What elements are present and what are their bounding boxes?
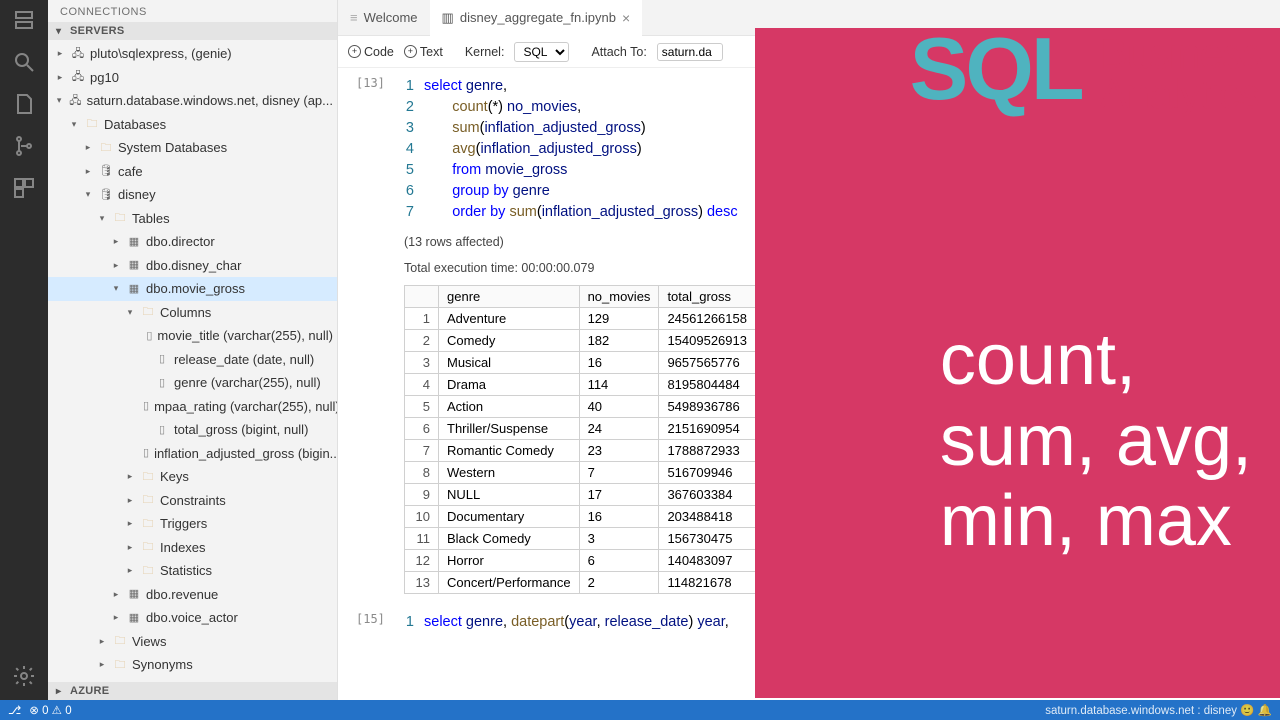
- tree-node[interactable]: ▾🛢disney: [48, 183, 337, 207]
- col-header[interactable]: total_gross: [659, 286, 756, 308]
- result-table: genreno_moviestotal_grossavg_gross1Adven…: [404, 285, 838, 594]
- col-header[interactable]: no_movies: [579, 286, 659, 308]
- table-row[interactable]: 2Comedy1821540952691384667730: [405, 330, 838, 352]
- attach-input[interactable]: [657, 43, 723, 61]
- server-node[interactable]: ▸🖧pg10: [48, 66, 337, 90]
- tab-welcome[interactable]: ≡Welcome: [338, 0, 430, 36]
- editor-main: ≡Welcome ▥disney_aggregate_fn.ipynb× +Co…: [338, 0, 1280, 700]
- connection-status[interactable]: saturn.database.windows.net : disney 🙂 🔔: [1045, 703, 1272, 717]
- connections-tree: ▸🖧pluto\sqlexpress, (genie)▸🖧pg10▾🖧satur…: [48, 40, 337, 682]
- col-header[interactable]: genre: [439, 286, 580, 308]
- kernel-select[interactable]: SQL: [514, 42, 569, 62]
- cell-execution-count: [15]: [356, 612, 396, 626]
- tree-node[interactable]: ▸🗀Triggers: [48, 512, 337, 536]
- sidebar-title: CONNECTIONS: [48, 0, 337, 22]
- tree-node[interactable]: ▸🗀Constraints: [48, 489, 337, 513]
- table-row[interactable]: 6Thriller/Suspense24215169095489653789: [405, 418, 838, 440]
- table-movie-gross[interactable]: ▾▦dbo.movie_gross: [48, 277, 337, 301]
- servers-section[interactable]: ▾SERVERS: [48, 22, 337, 40]
- add-code-button[interactable]: +Code: [348, 45, 394, 59]
- activity-bar: [0, 0, 48, 700]
- tree-node[interactable]: ▾🗀Tables: [48, 207, 337, 231]
- notebook-icon[interactable]: [12, 92, 36, 116]
- notebook-file-icon: ▥: [442, 10, 454, 26]
- tree-node[interactable]: ▸▦dbo.director: [48, 230, 337, 254]
- column-node[interactable]: ▯mpaa_rating (varchar(255), null): [48, 395, 337, 419]
- table-row[interactable]: 13Concert/Performance211482167857410839: [405, 572, 838, 594]
- status-bar: ⎇ ⊗ 0 ⚠ 0 saturn.database.windows.net : …: [0, 700, 1280, 720]
- add-text-button[interactable]: +Text: [404, 45, 443, 59]
- tree-node[interactable]: ▾🗀Columns: [48, 301, 337, 325]
- tab-notebook[interactable]: ▥disney_aggregate_fn.ipynb×: [430, 0, 643, 36]
- column-node[interactable]: ▯genre (varchar(255), null): [48, 371, 337, 395]
- table-row[interactable]: 9NULL1736760338421623728: [405, 484, 838, 506]
- column-node[interactable]: ▯total_gross (bigint, null): [48, 418, 337, 442]
- tree-node[interactable]: ▸▦dbo.voice_actor: [48, 606, 337, 630]
- table-row[interactable]: 10Documentary1620348841812718026: [405, 506, 838, 528]
- tree-node[interactable]: ▸▦dbo.revenue: [48, 583, 337, 607]
- table-row[interactable]: 3Musical169657565776603597861: [405, 352, 838, 374]
- execution-time-msg: Total execution time: 00:00:00.079: [404, 261, 1280, 275]
- notebook-content: [13] 1select genre,2 count(*) no_movies,…: [338, 68, 1280, 700]
- branch-indicator[interactable]: ⎇: [8, 703, 21, 717]
- servers-icon[interactable]: [12, 8, 36, 32]
- notebook-toolbar: +Code +Text Kernel: SQL Attach To:: [338, 36, 1280, 68]
- table-row[interactable]: 7Romantic Comedy23178887293377777084: [405, 440, 838, 462]
- col-header[interactable]: avg_gross: [755, 286, 837, 308]
- table-row[interactable]: 5Action405498936786137473419: [405, 396, 838, 418]
- table-row[interactable]: 11Black Comedy315673047552243491: [405, 528, 838, 550]
- column-node[interactable]: ▯release_date (date, null): [48, 348, 337, 372]
- kernel-label: Kernel:: [465, 45, 505, 59]
- problems-indicator[interactable]: ⊗ 0 ⚠ 0: [29, 703, 71, 717]
- tree-node[interactable]: ▾🗀Databases: [48, 113, 337, 137]
- tab-bar: ≡Welcome ▥disney_aggregate_fn.ipynb×: [338, 0, 1280, 36]
- tree-node[interactable]: ▸🗀Statistics: [48, 559, 337, 583]
- settings-icon[interactable]: [12, 664, 36, 688]
- tree-node[interactable]: ▸▦dbo.disney_char: [48, 254, 337, 278]
- col-header[interactable]: [405, 286, 439, 308]
- extensions-icon[interactable]: [12, 176, 36, 200]
- rows-affected-msg: (13 rows affected): [404, 235, 1280, 249]
- source-control-icon[interactable]: [12, 134, 36, 158]
- table-row[interactable]: 4Drama114819580448471893021: [405, 374, 838, 396]
- table-row[interactable]: 1Adventure12924561266158190397412: [405, 308, 838, 330]
- tree-node[interactable]: ▸🗀Synonyms: [48, 653, 337, 677]
- cell-execution-count: [13]: [356, 76, 396, 90]
- tree-node[interactable]: ▸🗀Keys: [48, 465, 337, 489]
- server-node[interactable]: ▸🖧pluto\sqlexpress, (genie): [48, 42, 337, 66]
- search-icon[interactable]: [12, 50, 36, 74]
- column-node[interactable]: ▯movie_title (varchar(255), null): [48, 324, 337, 348]
- attach-label: Attach To:: [591, 45, 646, 59]
- column-node[interactable]: ▯inflation_adjusted_gross (bigin...: [48, 442, 337, 466]
- azure-section[interactable]: ▸AZURE: [48, 682, 337, 700]
- tree-node[interactable]: ▸🛢cafe: [48, 160, 337, 184]
- code-cell-13[interactable]: 1select genre,2 count(*) no_movies,3 sum…: [396, 76, 738, 223]
- sidebar: CONNECTIONS ▾SERVERS ▸🖧pluto\sqlexpress,…: [48, 0, 338, 700]
- table-row[interactable]: 12Horror614048309723413849: [405, 550, 838, 572]
- tree-node[interactable]: ▸🗀System Databases: [48, 136, 337, 160]
- tree-node[interactable]: ▸🗀Indexes: [48, 536, 337, 560]
- close-icon[interactable]: ×: [622, 10, 630, 26]
- server-node[interactable]: ▾🖧saturn.database.windows.net, disney (a…: [48, 89, 337, 113]
- table-row[interactable]: 8Western751670994673815706: [405, 462, 838, 484]
- tree-node[interactable]: ▸🗀Views: [48, 630, 337, 654]
- code-cell-15[interactable]: 1select genre, datepart(year, release_da…: [396, 612, 729, 633]
